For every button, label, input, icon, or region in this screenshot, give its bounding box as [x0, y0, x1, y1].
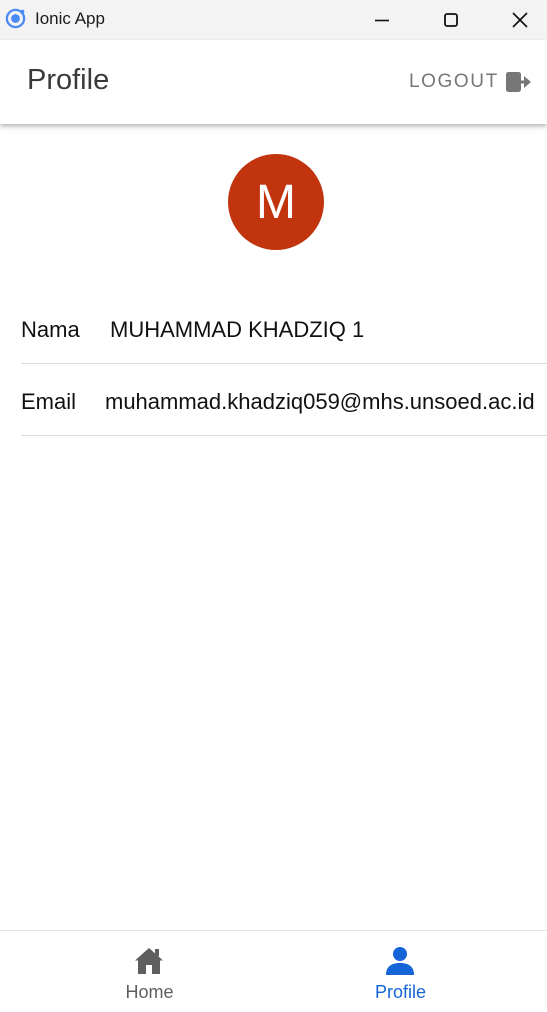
minimize-button[interactable] [347, 0, 416, 40]
window-title: Ionic App [35, 9, 105, 28]
avatar: M [228, 154, 324, 250]
person-icon [386, 947, 414, 975]
logout-icon [506, 72, 531, 92]
tab-label: Profile [374, 982, 427, 1002]
page-title: Profile [27, 64, 110, 96]
field-value: muhammad.khadziq059@mhs.unsoed.ac.id [105, 389, 535, 414]
tab-label: Home [125, 982, 174, 1002]
tab-home[interactable]: Home [13, 931, 286, 1012]
field-label: Nama [21, 317, 80, 342]
close-button[interactable] [485, 0, 547, 40]
tab-bar: Home Profile [0, 930, 547, 1012]
avatar-initial: M [256, 175, 296, 229]
profile-field-email: Email muhammad.khadziq059@mhs.unsoed.ac.… [21, 364, 547, 436]
minimize-icon [374, 19, 389, 22]
close-icon [511, 12, 528, 28]
profile-content: M Nama MUHAMMAD KHADZIQ 1 Email muhammad… [0, 124, 547, 930]
maximize-icon [443, 13, 458, 27]
tab-profile[interactable]: Profile [264, 931, 537, 1012]
field-label: Email [21, 389, 77, 414]
profile-field-nama: Nama MUHAMMAD KHADZIQ 1 [21, 292, 547, 364]
page-header: Profile LOGOUT [0, 40, 547, 124]
ionic-logo-icon [5, 8, 26, 29]
home-icon [135, 948, 163, 974]
logout-label: LOGOUT [409, 71, 499, 92]
window-titlebar: Ionic App [0, 0, 547, 40]
app-window: Ionic App Profile LOGOUT M Nama MUHAMMAD… [0, 0, 547, 1012]
maximize-button[interactable] [416, 0, 485, 40]
logout-button[interactable]: LOGOUT [400, 60, 540, 104]
field-value: MUHAMMAD KHADZIQ 1 [110, 317, 365, 342]
